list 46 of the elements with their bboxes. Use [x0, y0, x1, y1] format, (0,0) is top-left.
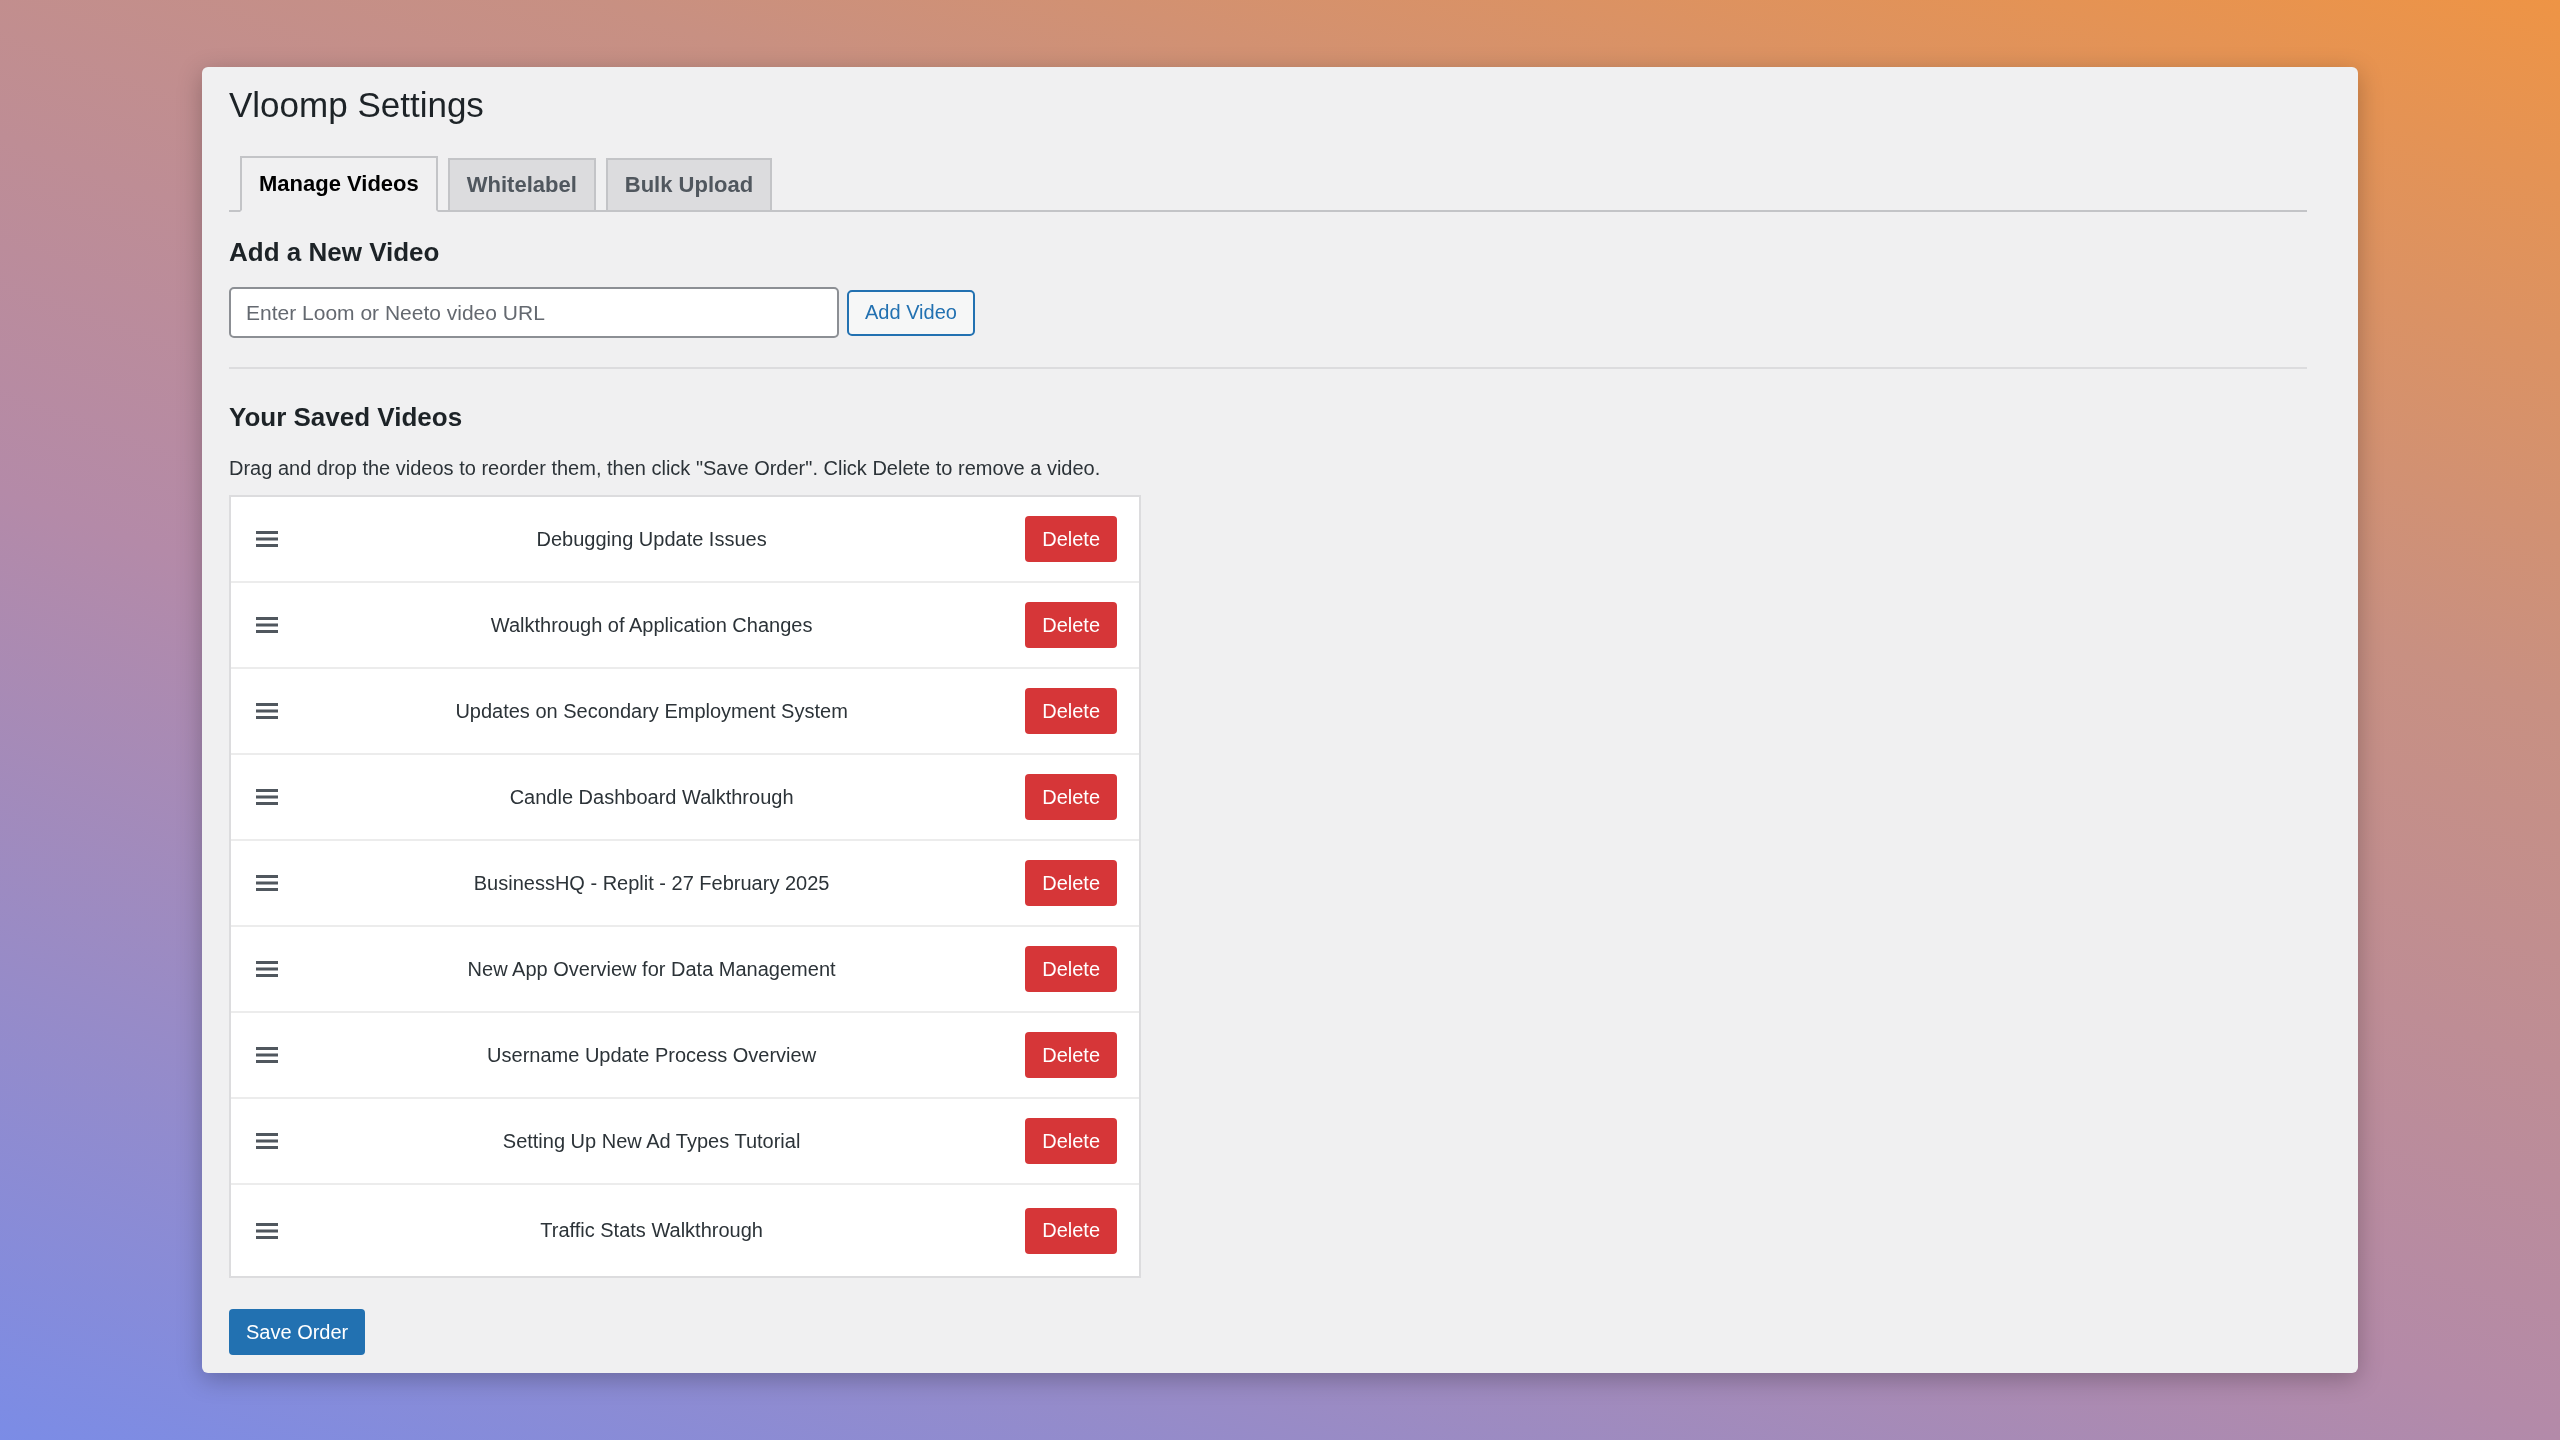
- video-row[interactable]: Walkthrough of Application Changes Delete: [231, 583, 1139, 669]
- drag-handle-icon[interactable]: [256, 531, 278, 547]
- video-title: Updates on Secondary Employment System: [454, 699, 849, 723]
- drag-handle-icon[interactable]: [256, 703, 278, 719]
- video-row[interactable]: Candle Dashboard Walkthrough Delete: [231, 755, 1139, 841]
- drag-handle-icon[interactable]: [256, 1222, 278, 1239]
- delete-button[interactable]: Delete: [1025, 860, 1117, 906]
- url-input-field[interactable]: Enter Loom or Neeto video URL: [229, 287, 839, 338]
- video-title: BusinessHQ - Replit - 27 February 2025: [472, 871, 831, 895]
- delete-button[interactable]: Delete: [1025, 1207, 1117, 1254]
- page-title: Vloomp Settings: [229, 84, 485, 126]
- drag-handle-icon[interactable]: [256, 961, 278, 977]
- delete-button[interactable]: Delete: [1025, 688, 1117, 734]
- video-title: Traffic Stats Walkthrough: [539, 1219, 764, 1242]
- video-title: New App Overview for Data Management: [466, 957, 837, 981]
- drag-handle-icon[interactable]: [256, 789, 278, 805]
- section-heading: Add a New Video: [229, 236, 441, 269]
- tab[interactable]: Manage Videos: [240, 156, 438, 212]
- video-row[interactable]: Debugging Update Issues Delete: [231, 497, 1139, 583]
- video-row[interactable]: Updates on Secondary Employment System Delete: [231, 669, 1139, 755]
- delete-button[interactable]: Delete: [1025, 946, 1117, 992]
- video-title: Walkthrough of Application Changes: [489, 613, 814, 637]
- tab[interactable]: Bulk Upload: [605, 158, 773, 212]
- video-row[interactable]: Username Update Process Overview Delete: [231, 1013, 1139, 1099]
- add-video-button[interactable]: Add Video: [847, 289, 975, 336]
- video-title: Username Update Process Overview: [486, 1043, 818, 1067]
- video-row[interactable]: BusinessHQ - Replit - 27 February 2025 Delete: [231, 841, 1139, 927]
- instructions-text: Drag and drop the videos to reorder them, then click "Save Order". Click Delete to remove a video.: [229, 456, 1102, 481]
- video-title: Debugging Update Issues: [535, 527, 768, 551]
- video-row[interactable]: Traffic Stats Walkthrough Delete: [231, 1185, 1139, 1276]
- drag-handle-icon[interactable]: [256, 617, 278, 633]
- delete-button[interactable]: Delete: [1025, 1118, 1117, 1164]
- video-row[interactable]: Setting Up New Ad Types Tutorial Delete: [231, 1099, 1139, 1185]
- save-order-button[interactable]: Save Order: [229, 1309, 366, 1355]
- drag-handle-icon[interactable]: [256, 1133, 278, 1149]
- delete-button[interactable]: Delete: [1025, 1032, 1117, 1078]
- section-heading: Your Saved Videos: [229, 401, 464, 434]
- delete-button[interactable]: Delete: [1025, 516, 1117, 562]
- video-title: Candle Dashboard Walkthrough: [508, 785, 795, 809]
- drag-handle-icon[interactable]: [256, 875, 278, 891]
- delete-button[interactable]: Delete: [1025, 602, 1117, 648]
- tab[interactable]: Whitelabel: [447, 158, 596, 212]
- drag-handle-icon[interactable]: [256, 1047, 278, 1063]
- delete-button[interactable]: Delete: [1025, 774, 1117, 820]
- video-title: Setting Up New Ad Types Tutorial: [501, 1129, 802, 1153]
- video-row[interactable]: New App Overview for Data Management Delete: [231, 927, 1139, 1013]
